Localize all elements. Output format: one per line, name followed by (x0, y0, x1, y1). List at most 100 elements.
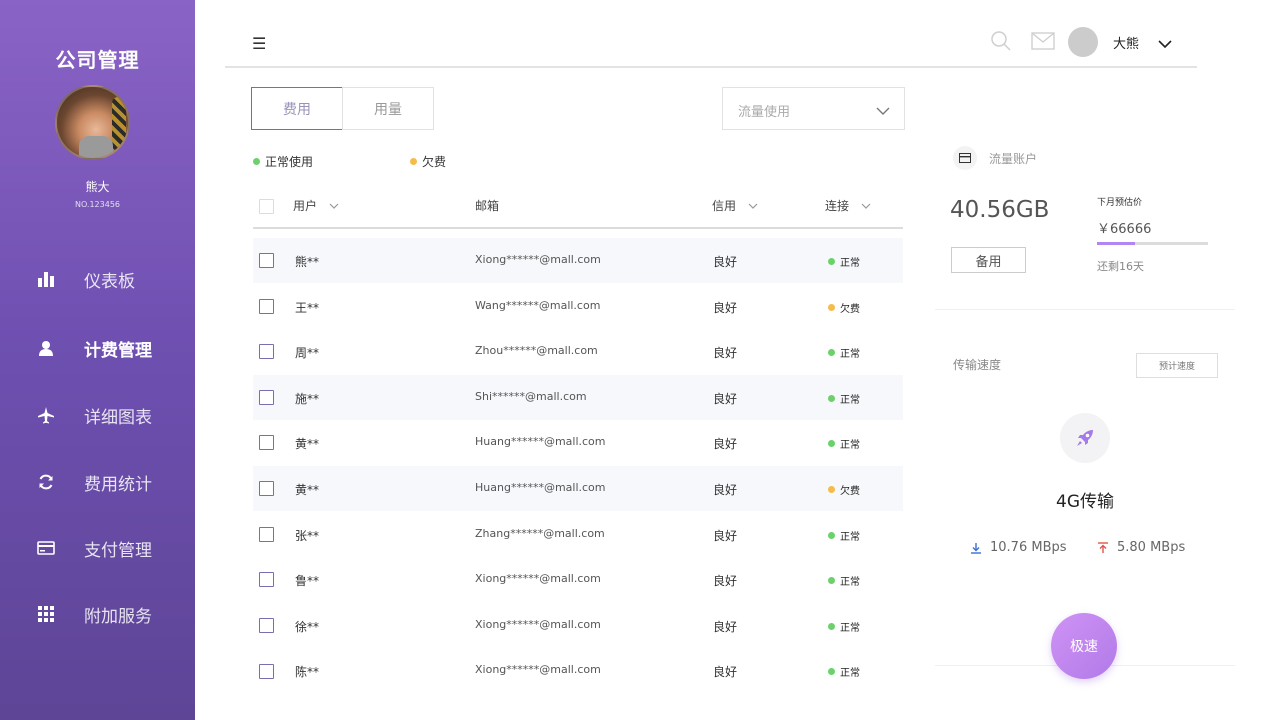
sidebar-item-services[interactable]: 附加服务 (0, 594, 195, 634)
legend-label: 欠费 (422, 155, 447, 169)
status-dot (828, 486, 835, 493)
row-checkbox[interactable] (259, 527, 274, 542)
remaining-days: 还剩16天 (1097, 260, 1144, 273)
row-checkbox[interactable] (259, 664, 274, 679)
table-row[interactable]: 徐** Xiong******@mall.com 良好 正常 (253, 603, 903, 648)
menu-button[interactable]: ☰ (252, 34, 266, 53)
row-checkbox[interactable] (259, 572, 274, 587)
rocket-icon (1060, 413, 1110, 463)
cell-credit: 良好 (713, 392, 738, 406)
table-row[interactable]: 周** Zhou******@mall.com 良好 正常 (253, 329, 903, 374)
card-icon (953, 146, 977, 170)
cell-email: Zhang******@mall.com (475, 527, 605, 540)
row-checkbox[interactable] (259, 253, 274, 268)
column-credit[interactable]: 信用 (712, 197, 758, 214)
chevron-down-icon[interactable] (1157, 35, 1173, 49)
airplane-icon (36, 405, 56, 425)
download-value: 10.76 MBps (990, 540, 1067, 555)
row-checkbox[interactable] (259, 344, 274, 359)
status-label: 正常 (840, 440, 860, 451)
row-checkbox[interactable] (259, 435, 274, 450)
row-checkbox[interactable] (259, 390, 274, 405)
cell-user: 王** (295, 301, 320, 315)
sidebar-item-label: 费用统计 (84, 474, 152, 495)
status-dot (828, 349, 835, 356)
legend-normal: 正常使用 (253, 153, 313, 170)
cell-credit: 良好 (713, 620, 738, 634)
table-row[interactable]: 施** Shi******@mall.com 良好 正常 (253, 375, 903, 420)
avatar[interactable] (55, 85, 130, 160)
cell-email: Huang******@mall.com (475, 435, 606, 448)
refresh-icon (36, 472, 56, 492)
table-row[interactable]: 陈** Xiong******@mall.com 良好 正常 (253, 648, 903, 693)
cell-credit: 良好 (713, 665, 738, 679)
search-icon[interactable] (990, 30, 1012, 52)
overdue-dot (410, 158, 417, 165)
cell-status: 正常 (828, 528, 860, 543)
cell-user: 张** (295, 529, 320, 543)
cell-email: Xiong******@mall.com (475, 253, 601, 266)
network-type: 4G传输 (1056, 492, 1114, 512)
sidebar-item-charts[interactable]: 详细图表 (0, 395, 195, 435)
status-label: 正常 (840, 577, 860, 588)
cell-user: 黄** (295, 437, 320, 451)
cell-user: 鲁** (295, 574, 320, 588)
traffic-select[interactable]: 流量使用 (722, 87, 905, 130)
cell-credit: 良好 (713, 574, 738, 588)
top-avatar[interactable] (1068, 27, 1098, 57)
sidebar-item-payment[interactable]: 支付管理 (0, 528, 195, 568)
table-row[interactable]: 鲁** Xiong******@mall.com 良好 正常 (253, 557, 903, 602)
avatar-detail (79, 136, 113, 158)
next-month-label: 下月预估价 (1097, 198, 1143, 208)
status-dot (828, 440, 835, 447)
status-dot (828, 577, 835, 584)
table-row[interactable]: 黄** Huang******@mall.com 良好 正常 (253, 420, 903, 465)
table-row[interactable]: 熊** Xiong******@mall.com 良好 正常 (253, 238, 903, 283)
usage-progress-fill (1097, 242, 1135, 245)
status-dot (828, 532, 835, 539)
tab-usage[interactable]: 用量 (342, 87, 434, 130)
cell-status: 欠费 (828, 482, 860, 497)
bar-chart-icon (36, 269, 56, 289)
spare-button[interactable]: 备用 (951, 247, 1026, 273)
chevron-down-icon (876, 102, 890, 115)
cell-user: 徐** (295, 620, 320, 634)
top-user-name[interactable]: 大熊 (1113, 33, 1139, 52)
cell-email: Shi******@mall.com (475, 390, 587, 403)
brand-title: 公司管理 (55, 48, 140, 72)
normal-dot (253, 158, 260, 165)
cell-credit: 良好 (713, 529, 738, 543)
sidebar-item-billing[interactable]: 计费管理 (0, 328, 195, 368)
select-value: 流量使用 (738, 105, 791, 120)
column-label: 用户 (293, 199, 318, 213)
column-label: 邮箱 (475, 199, 500, 213)
table-row[interactable]: 张** Zhang******@mall.com 良好 正常 (253, 512, 903, 557)
cell-credit: 良好 (713, 437, 738, 451)
table-row[interactable]: 王** Wang******@mall.com 良好 欠费 (253, 284, 903, 329)
column-connection[interactable]: 连接 (825, 197, 871, 214)
sidebar-item-label: 附加服务 (84, 606, 152, 627)
sidebar-item-label: 仪表板 (84, 271, 135, 292)
row-checkbox[interactable] (259, 618, 274, 633)
estimate-speed-button[interactable]: 预计速度 (1136, 353, 1218, 378)
user-number: NO.123456 (74, 200, 121, 209)
sidebar-item-expenses[interactable]: 费用统计 (0, 462, 195, 502)
row-checkbox[interactable] (259, 299, 274, 314)
sidebar-item-label: 支付管理 (84, 540, 152, 561)
status-label: 正常 (840, 623, 860, 634)
mail-icon[interactable] (1031, 32, 1055, 50)
chevron-down-icon (748, 203, 758, 209)
sidebar-item-dashboard[interactable]: 仪表板 (0, 259, 195, 299)
row-checkbox[interactable] (259, 481, 274, 496)
column-user[interactable]: 用户 (293, 197, 339, 214)
cell-status: 正常 (828, 664, 860, 679)
cell-status: 欠费 (828, 300, 860, 315)
tab-fee[interactable]: 费用 (251, 87, 343, 130)
table-row[interactable]: 黄** Huang******@mall.com 良好 欠费 (253, 466, 903, 511)
avatar-detail (112, 97, 126, 153)
account-balance: 40.56GB (950, 197, 1050, 223)
fast-speed-button[interactable]: 极速 (1051, 613, 1117, 679)
chevron-down-icon (329, 203, 339, 209)
status-label: 正常 (840, 668, 860, 679)
select-all-checkbox[interactable] (259, 199, 274, 214)
